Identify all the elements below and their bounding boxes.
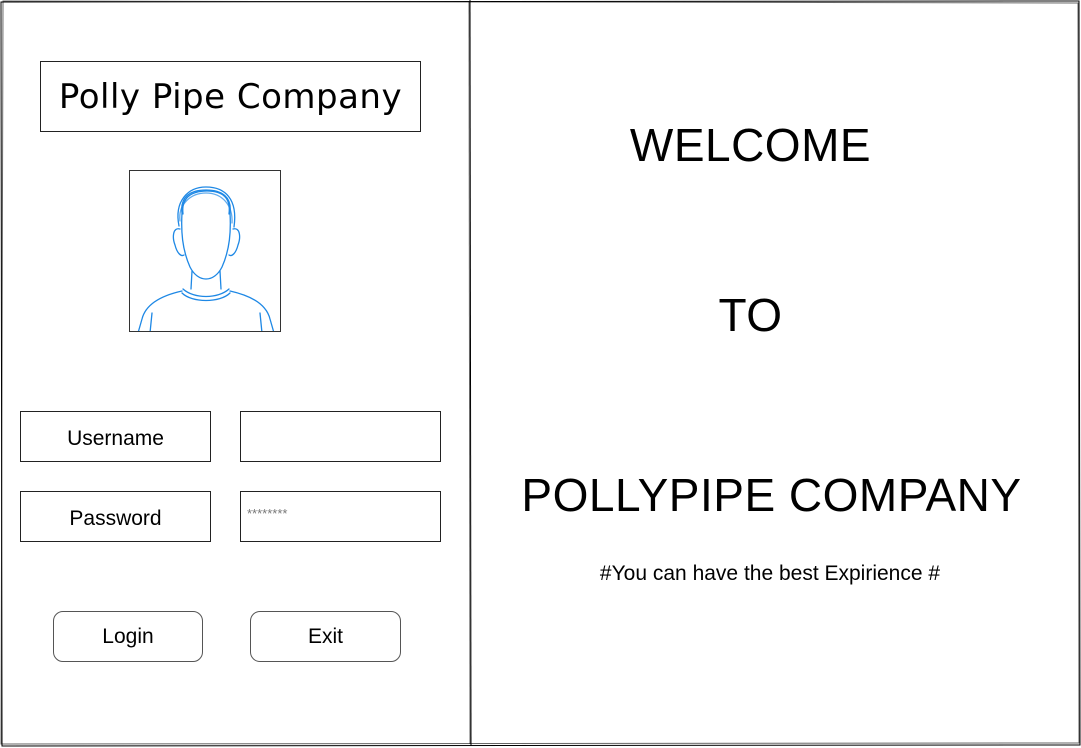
user-avatar-icon [137, 186, 275, 331]
tagline-text: #You can have the best Expirience # [599, 562, 941, 585]
company-heading: POLLYPIPE COMPANY [466, 468, 1077, 522]
company-title-text: Polly Pipe Company [58, 76, 403, 117]
username-label-text: Username [67, 426, 164, 450]
password-label-text: Password [69, 506, 162, 530]
login-button-label: Login [102, 624, 154, 648]
username-input[interactable] [240, 411, 441, 462]
username-label: Username [20, 411, 211, 462]
exit-button-label: Exit [307, 624, 343, 648]
avatar [129, 170, 281, 332]
welcome-text: WELCOME [629, 119, 872, 171]
exit-button[interactable]: Exit [250, 611, 401, 662]
company-heading-text: POLLYPIPE COMPANY [521, 469, 1022, 521]
company-title: Polly Pipe Company [40, 61, 421, 132]
password-masked-value: ******** [247, 506, 288, 521]
tagline: #You can have the best Expirience # [470, 562, 1070, 586]
to-heading: TO [445, 288, 1056, 342]
to-text: TO [718, 289, 783, 341]
password-input[interactable]: ******** [240, 491, 441, 542]
password-label: Password [20, 491, 211, 542]
welcome-heading: WELCOME [445, 118, 1056, 172]
login-button[interactable]: Login [53, 611, 203, 662]
